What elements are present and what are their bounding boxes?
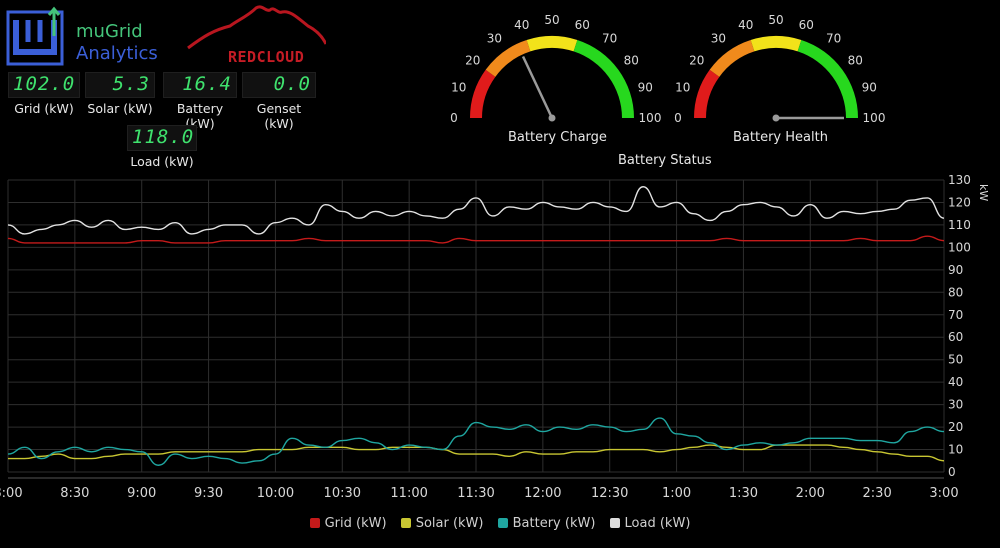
x-tick-label: 12:00 bbox=[524, 486, 561, 501]
gauge-tick-label: 80 bbox=[624, 53, 639, 67]
y-tick-label: 20 bbox=[948, 420, 963, 434]
battery-charge-title: Battery Charge bbox=[508, 130, 607, 145]
x-tick-label: 9:30 bbox=[194, 486, 223, 501]
redcloud-logo: REDCLOUD bbox=[186, 0, 328, 70]
x-tick-label: 2:00 bbox=[796, 486, 825, 501]
genset-label: Genset (kW) bbox=[256, 101, 302, 131]
legend-swatch-battery bbox=[497, 518, 508, 528]
mugrid-logo-text: muGrid bbox=[76, 21, 143, 42]
gauge-tick-label: 30 bbox=[487, 32, 502, 46]
legend-item-load[interactable]: Load (kW) bbox=[609, 516, 691, 531]
y-tick-label: 40 bbox=[948, 375, 963, 389]
legend-item-battery[interactable]: Battery (kW) bbox=[497, 516, 596, 531]
gauge-tick-label: 90 bbox=[638, 81, 653, 95]
gauge-tick-label: 90 bbox=[862, 81, 877, 95]
y-tick-label: 80 bbox=[948, 285, 963, 299]
solar-label: Solar (kW) bbox=[87, 101, 153, 116]
load-label: Load (kW) bbox=[130, 154, 194, 169]
x-tick-label: 2:30 bbox=[863, 486, 892, 501]
battery-readout: 16.4 Battery (kW) bbox=[163, 72, 237, 131]
battery-health-title: Battery Health bbox=[733, 130, 828, 145]
genset-value: 0.0 bbox=[242, 72, 316, 98]
x-tick-label: 8:30 bbox=[60, 486, 89, 501]
legend-item-solar[interactable]: Solar (kW) bbox=[400, 516, 484, 531]
legend-label-solar: Solar (kW) bbox=[415, 516, 484, 531]
y-tick-label: 60 bbox=[948, 330, 963, 344]
mugrid-logo: muGrid Analytics bbox=[6, 6, 171, 66]
gauge-zone-0 bbox=[470, 69, 496, 118]
x-tick-label: 11:30 bbox=[457, 486, 494, 501]
gauge-tick-label: 60 bbox=[575, 18, 590, 32]
gauge-zone-3 bbox=[573, 40, 634, 118]
grid-label: Grid (kW) bbox=[14, 101, 74, 116]
legend-swatch-solar bbox=[400, 518, 411, 528]
gauge-tick-label: 80 bbox=[848, 53, 863, 67]
gauge-tick-label: 0 bbox=[674, 111, 682, 125]
gauge-zone-3 bbox=[797, 40, 858, 118]
legend-swatch-grid bbox=[309, 518, 320, 528]
legend-label-load: Load (kW) bbox=[624, 516, 691, 531]
gauge-needle-hub bbox=[772, 114, 780, 122]
gauge-tick-label: 10 bbox=[451, 81, 466, 95]
gauge-zone-0 bbox=[694, 69, 720, 118]
battery-status-title: Battery Status bbox=[618, 153, 712, 168]
mugrid-logo-subtext: Analytics bbox=[76, 43, 158, 64]
redcloud-mountain-icon bbox=[187, 5, 328, 50]
x-tick-label: 3:00 bbox=[929, 486, 958, 501]
gauge-tick-label: 0 bbox=[450, 111, 458, 125]
y-tick-label: 90 bbox=[948, 263, 963, 277]
gauge-zone-2 bbox=[526, 36, 578, 52]
genset-readout: 0.0 Genset (kW) bbox=[242, 72, 316, 131]
gauge-tick-label: 50 bbox=[544, 13, 559, 27]
gauge-tick-label: 20 bbox=[689, 53, 704, 67]
x-tick-label: 10:30 bbox=[324, 486, 361, 501]
gauge-tick-label: 30 bbox=[711, 32, 726, 46]
power-line-chart: 0 10 20 30 40 50 60 70 80 90 100 110 120 130 8:00 8:30 9… bbox=[0, 173, 990, 501]
x-tick-label: 11:00 bbox=[390, 486, 427, 501]
gauge-tick-label: 40 bbox=[738, 18, 753, 32]
x-tick-label: 1:30 bbox=[729, 486, 758, 501]
gauge-tick-label: 70 bbox=[602, 32, 617, 46]
y-tick-label: 0 bbox=[948, 465, 956, 479]
x-tick-label: 12:30 bbox=[591, 486, 628, 501]
x-tick-label: 8:00 bbox=[0, 486, 23, 501]
gauge-tick-label: 50 bbox=[768, 13, 783, 27]
load-readout: 118.0 Load (kW) bbox=[127, 125, 197, 169]
y-tick-label: 30 bbox=[948, 398, 963, 412]
solar-readout: 5.3 Solar (kW) bbox=[85, 72, 155, 116]
gauge-zone-2 bbox=[750, 36, 802, 52]
x-tick-label: 10:00 bbox=[257, 486, 294, 501]
y-tick-label: 110 bbox=[948, 218, 971, 232]
x-tick-label: 9:00 bbox=[127, 486, 156, 501]
legend-label-grid: Grid (kW) bbox=[324, 516, 387, 531]
load-value: 118.0 bbox=[127, 125, 197, 151]
redcloud-logo-text: REDCLOUD bbox=[228, 48, 305, 66]
x-tick-label: 1:00 bbox=[662, 486, 691, 501]
grid-value: 102.0 bbox=[8, 72, 80, 98]
grid-readout: 102.0 Grid (kW) bbox=[8, 72, 80, 116]
y-axis-label: kW bbox=[977, 184, 990, 201]
legend-label-battery: Battery (kW) bbox=[512, 516, 596, 531]
y-tick-label: 10 bbox=[948, 443, 963, 457]
y-tick-label: 130 bbox=[948, 173, 971, 187]
gauge-tick-label: 10 bbox=[675, 81, 690, 95]
y-tick-label: 100 bbox=[948, 240, 971, 254]
gauge-tick-label: 40 bbox=[514, 18, 529, 32]
gauge-tick-label: 100 bbox=[863, 111, 886, 125]
battery-value: 16.4 bbox=[163, 72, 237, 98]
legend-item-grid[interactable]: Grid (kW) bbox=[309, 516, 387, 531]
solar-value: 5.3 bbox=[85, 72, 155, 98]
gauge-needle-hub bbox=[548, 114, 556, 122]
gauge-tick-label: 70 bbox=[826, 32, 841, 46]
mugrid-logo-icon bbox=[6, 6, 64, 66]
y-tick-label: 50 bbox=[948, 353, 963, 367]
gauge-needle bbox=[521, 55, 554, 119]
gauge-tick-label: 20 bbox=[465, 53, 480, 67]
y-tick-label: 70 bbox=[948, 308, 963, 322]
chart-legend: Grid (kW) Solar (kW) Battery (kW) Load (… bbox=[0, 516, 1000, 531]
legend-swatch-load bbox=[609, 518, 620, 528]
y-tick-label: 120 bbox=[948, 195, 971, 209]
gauge-tick-label: 60 bbox=[799, 18, 814, 32]
gauge-tick-label: 100 bbox=[639, 111, 662, 125]
